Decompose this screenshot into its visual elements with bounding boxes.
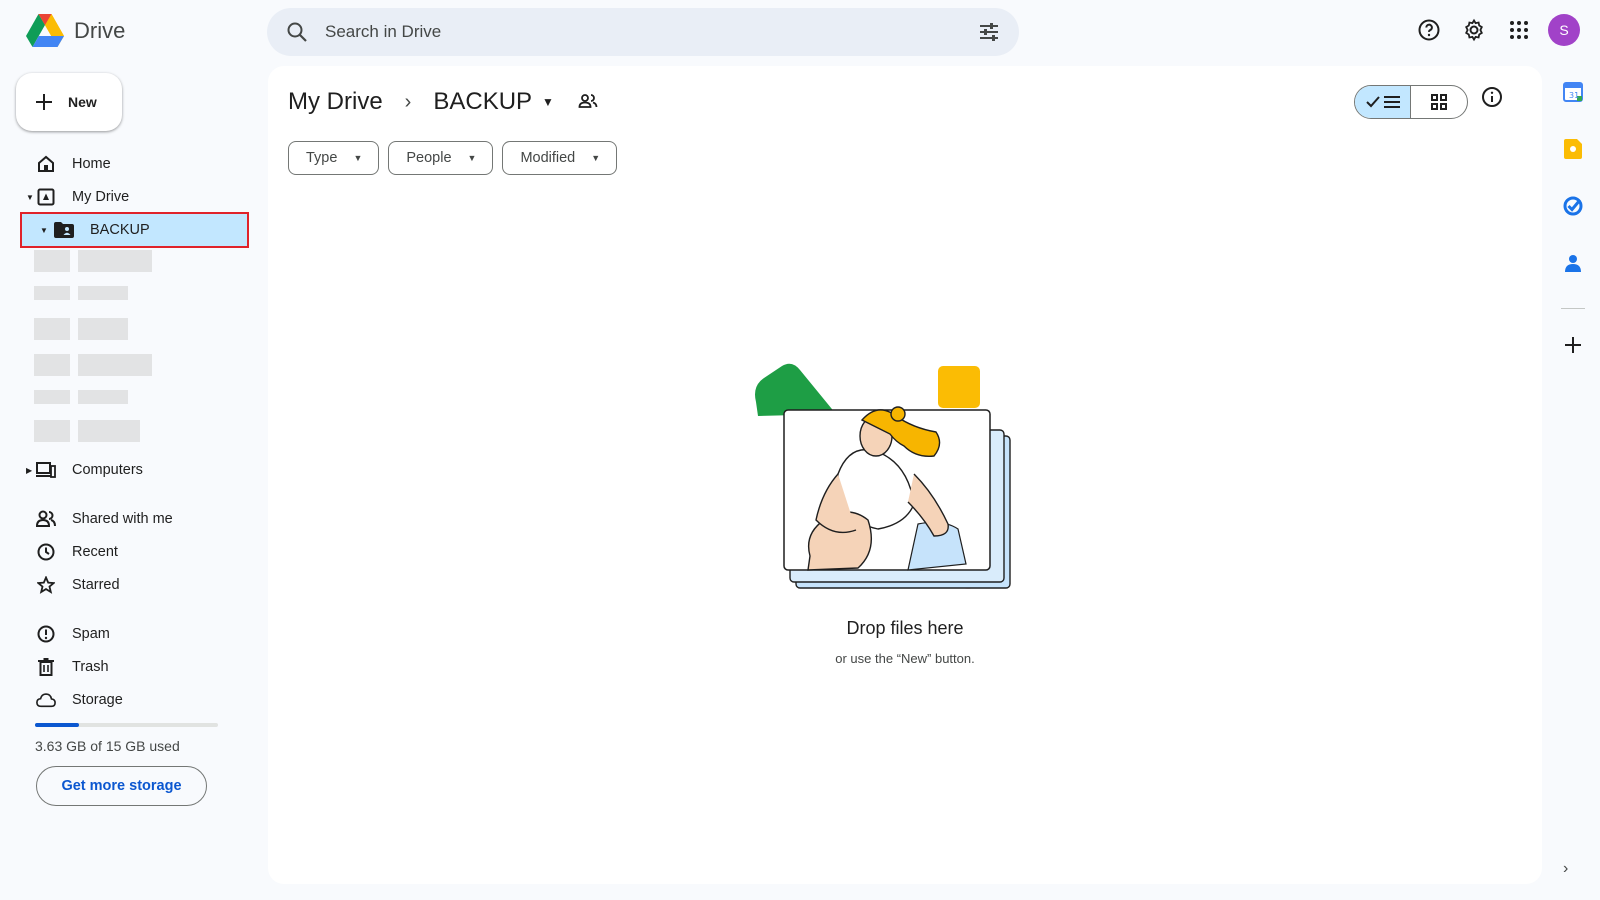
sidebar-item-label: Recent: [72, 544, 118, 560]
home-icon: [36, 154, 56, 174]
sidebar-item-label: Trash: [72, 659, 109, 675]
top-right-toolbar: S: [1413, 14, 1580, 46]
shared-folder-icon: [54, 220, 74, 240]
tasks-icon[interactable]: [1561, 194, 1585, 218]
breadcrumb: My Drive › BACKUP ▼: [288, 88, 598, 116]
check-icon: [1365, 96, 1380, 108]
calendar-icon[interactable]: 31: [1561, 80, 1585, 104]
sidebar-item-label: Shared with me: [72, 511, 173, 527]
expand-caret-icon[interactable]: ▼: [26, 193, 34, 202]
storage-usage-bar: [35, 723, 218, 727]
list-icon: [1383, 96, 1400, 108]
breadcrumb-my-drive[interactable]: My Drive: [288, 88, 383, 116]
get-more-storage-button[interactable]: Get more storage: [36, 766, 207, 806]
expand-caret-icon[interactable]: ▼: [40, 226, 48, 235]
trash-icon: [36, 657, 56, 677]
sidebar-item-storage[interactable]: Storage: [18, 684, 250, 716]
sidebar-item-recent[interactable]: Recent: [18, 536, 250, 568]
filter-modified[interactable]: Modified ▼: [502, 141, 618, 175]
sidebar-item-label: Home: [72, 156, 111, 172]
dropdown-arrow-icon: ▼: [467, 153, 477, 163]
sidebar-item-spam[interactable]: Spam: [18, 618, 250, 650]
search-input[interactable]: [325, 22, 977, 42]
sidebar-item-my-drive[interactable]: ▼ My Drive: [18, 181, 250, 213]
filter-people[interactable]: People ▼: [388, 141, 494, 175]
blurred-folder-item[interactable]: [34, 250, 152, 272]
grid-view-button[interactable]: [1411, 86, 1467, 118]
empty-folder-illustration: [755, 363, 1011, 589]
dropdown-arrow-icon: ▼: [591, 153, 601, 163]
shared-people-icon[interactable]: [578, 88, 598, 116]
info-icon[interactable]: [1481, 86, 1503, 113]
storage-usage-fill: [35, 723, 80, 727]
new-button-label: New: [68, 94, 97, 110]
contacts-icon[interactable]: [1561, 251, 1585, 275]
storage-usage-text: 3.63 GB of 15 GB used: [35, 738, 180, 754]
shared-with-me-icon: [36, 509, 56, 529]
plus-icon: [36, 94, 52, 110]
filter-label: People: [406, 150, 452, 166]
spam-icon: [36, 624, 56, 644]
clock-icon: [36, 542, 56, 562]
filter-label: Modified: [520, 150, 576, 166]
empty-state-subtitle: or use the “New” button.: [835, 651, 975, 666]
side-panel-rail: 31: [1553, 80, 1593, 390]
main-content: My Drive › BACKUP ▼ Type ▼ People ▼ Modifi…: [268, 66, 1542, 884]
blurred-folder-item[interactable]: [34, 420, 140, 442]
sidebar-item-label: My Drive: [72, 189, 130, 205]
keep-icon[interactable]: [1561, 137, 1585, 161]
breadcrumb-current-folder[interactable]: BACKUP: [433, 88, 532, 116]
my-drive-icon: [36, 187, 56, 207]
drive-logo-icon: [26, 14, 64, 47]
filter-chips: Type ▼ People ▼ Modified ▼: [288, 141, 618, 175]
search-icon[interactable]: [285, 20, 309, 44]
help-icon[interactable]: [1413, 14, 1445, 46]
blurred-folder-item[interactable]: [34, 390, 128, 404]
sidebar-item-label: BACKUP: [90, 222, 150, 238]
dropdown-arrow-icon: ▼: [353, 153, 363, 163]
app-title: Drive: [74, 18, 126, 43]
chevron-right-icon: ›: [404, 90, 412, 113]
sidebar-item-starred[interactable]: Starred: [18, 569, 250, 601]
blurred-folder-item[interactable]: [34, 318, 128, 340]
apps-grid-icon[interactable]: [1503, 14, 1535, 46]
filter-label: Type: [306, 150, 338, 166]
expand-side-panel-chevron-icon[interactable]: ›: [1563, 860, 1568, 878]
empty-state-title: Drop files here: [846, 618, 964, 638]
sidebar-item-computers[interactable]: ▶ Computers: [18, 454, 250, 486]
folder-menu-caret-icon[interactable]: ▼: [542, 95, 554, 109]
view-toggle: [1354, 85, 1468, 119]
expand-caret-icon[interactable]: ▶: [26, 466, 32, 475]
settings-gear-icon[interactable]: [1458, 14, 1490, 46]
svg-text:31: 31: [1569, 91, 1579, 100]
rail-divider: [1561, 308, 1585, 309]
computers-icon: [36, 460, 56, 480]
filter-type[interactable]: Type ▼: [288, 141, 380, 175]
drive-logo[interactable]: Drive: [26, 14, 125, 48]
sidebar-item-shared-with-me[interactable]: Shared with me: [18, 503, 250, 535]
search-bar[interactable]: [267, 8, 1019, 56]
list-view-button[interactable]: [1355, 86, 1412, 118]
sidebar-item-trash[interactable]: Trash: [18, 651, 250, 683]
cloud-icon: [36, 690, 56, 710]
sidebar-item-label: Computers: [72, 462, 143, 478]
sidebar-item-backup[interactable]: ▼ BACKUP: [20, 212, 249, 248]
search-options-icon[interactable]: [977, 20, 1001, 44]
sidebar-item-label: Starred: [72, 577, 120, 593]
account-avatar[interactable]: S: [1548, 14, 1580, 46]
sidebar-item-home[interactable]: Home: [18, 148, 250, 180]
sidebar-item-label: Storage: [72, 692, 123, 708]
add-addon-plus-icon[interactable]: [1561, 333, 1585, 357]
star-icon: [36, 575, 56, 595]
sidebar-item-label: Spam: [72, 626, 110, 642]
blurred-folder-item[interactable]: [34, 354, 152, 376]
grid-icon: [1431, 94, 1447, 110]
new-button[interactable]: New: [16, 73, 122, 131]
blurred-folder-item[interactable]: [34, 286, 128, 300]
